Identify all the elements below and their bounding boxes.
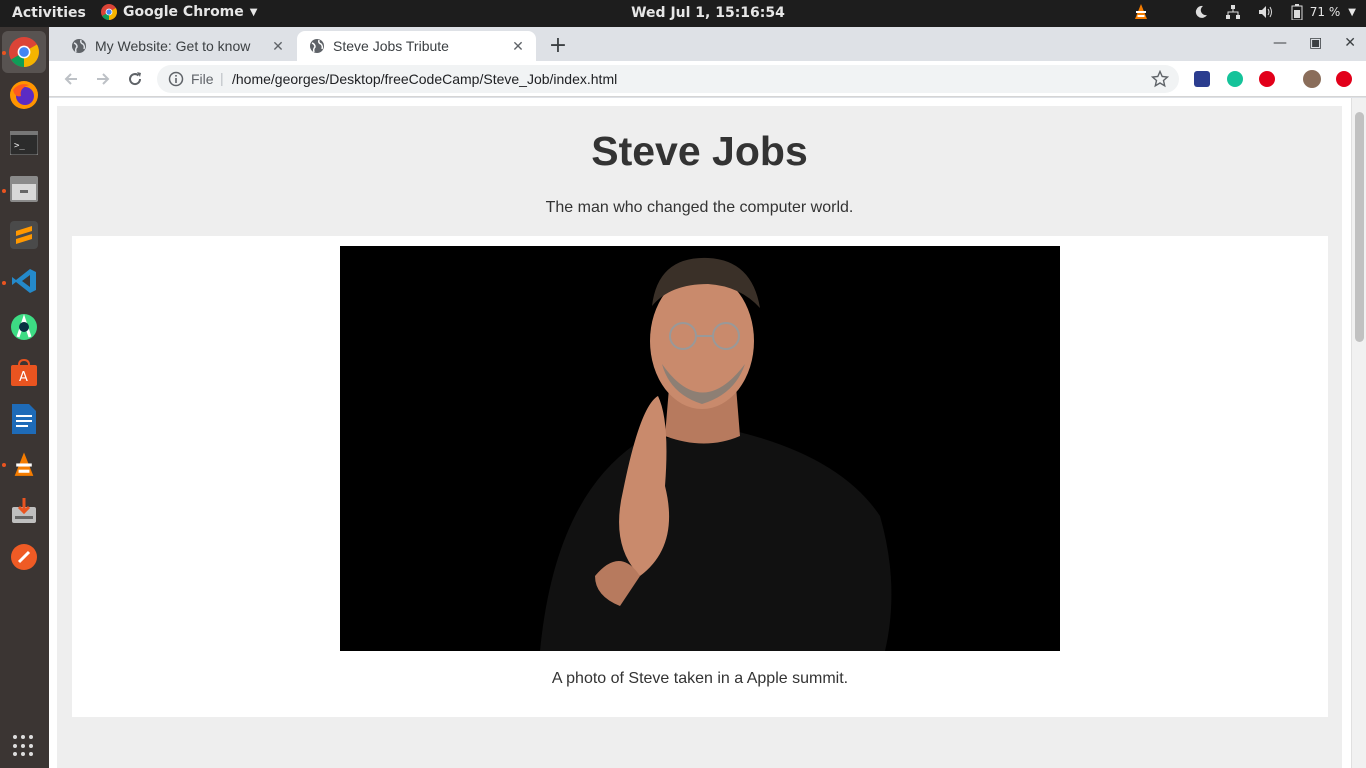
dock-installer[interactable] — [8, 495, 40, 527]
tab-strip: My Website: Get to know ✕ Steve Jobs Tri… — [49, 27, 1366, 61]
dock-sublime-text[interactable] — [8, 219, 40, 251]
update-icon[interactable] — [1336, 71, 1352, 87]
tab-my-website[interactable]: My Website: Get to know ✕ — [59, 31, 296, 61]
url-scheme-label: File — [191, 71, 214, 87]
back-button[interactable] — [60, 68, 82, 90]
dock: >_ A — [0, 27, 49, 768]
url-separator: | — [220, 70, 224, 86]
close-icon[interactable]: ✕ — [270, 38, 286, 54]
volume-icon[interactable] — [1256, 3, 1274, 21]
running-indicator — [2, 189, 6, 193]
battery-icon[interactable] — [1288, 3, 1306, 21]
night-light-icon[interactable] — [1192, 3, 1210, 21]
window-controls: — ▣ ✕ — [1273, 35, 1356, 51]
android-studio-icon — [11, 314, 37, 340]
chrome-icon — [9, 37, 39, 67]
page-title: Steve Jobs — [591, 128, 808, 174]
forward-button[interactable] — [92, 68, 114, 90]
sublime-text-icon — [10, 221, 38, 249]
dock-libreoffice-writer[interactable] — [8, 403, 40, 435]
dock-android-studio[interactable] — [8, 311, 40, 343]
browser-toolbar: File | /home/georges/Desktop/freeCodeCam… — [49, 61, 1366, 97]
vlc-icon[interactable] — [1132, 3, 1150, 21]
show-applications-icon[interactable] — [13, 735, 35, 757]
close-icon[interactable]: ✕ — [510, 38, 526, 54]
dock-terminal[interactable]: >_ — [8, 127, 40, 159]
vlc-icon — [14, 452, 34, 476]
adblock-icon[interactable] — [1259, 71, 1275, 87]
reload-icon — [129, 72, 142, 86]
postman-icon — [11, 544, 37, 570]
info-icon[interactable] — [168, 71, 184, 87]
maximize-icon[interactable]: ▣ — [1309, 35, 1322, 51]
url-text[interactable]: /home/georges/Desktop/freeCodeCamp/Steve… — [232, 71, 617, 87]
libreoffice-writer-icon — [12, 404, 36, 434]
dock-postman[interactable] — [8, 541, 40, 573]
svg-text:A: A — [19, 370, 28, 385]
tab-title: My Website: Get to know — [95, 38, 251, 54]
scrollbar[interactable] — [1351, 98, 1366, 768]
dock-software-center[interactable]: A — [8, 357, 40, 389]
battery-percent: 71 % — [1309, 5, 1341, 19]
globe-icon — [310, 39, 324, 53]
vscode-icon — [12, 269, 36, 293]
dock-firefox[interactable] — [8, 79, 40, 111]
page-subtitle: The man who changed the computer world. — [545, 199, 854, 216]
grammarly-icon[interactable] — [1227, 71, 1243, 87]
svg-text:>_: >_ — [14, 141, 25, 151]
dock-vlc[interactable] — [8, 449, 40, 481]
page-viewport: Steve Jobs The man who changed the compu… — [49, 98, 1366, 768]
chevron-down-icon[interactable]: ▼ — [1348, 7, 1356, 18]
image-caption: A photo of Steve taken in a Apple summit… — [551, 670, 849, 687]
dock-vscode[interactable] — [8, 265, 40, 297]
star-icon[interactable] — [1151, 70, 1169, 88]
new-tab-button[interactable]: + — [547, 33, 569, 58]
dock-files[interactable] — [8, 173, 40, 205]
running-indicator — [2, 463, 6, 467]
arrow-right-icon — [97, 73, 110, 85]
minimize-icon[interactable]: — — [1273, 35, 1287, 51]
files-icon — [10, 176, 38, 202]
main-content: Steve Jobs The man who changed the compu… — [57, 106, 1342, 768]
tab-steve-jobs-tribute[interactable]: Steve Jobs Tribute ✕ — [297, 31, 536, 61]
steve-jobs-photo — [340, 246, 1060, 651]
scrollbar-thumb[interactable] — [1355, 112, 1364, 342]
globe-icon — [72, 39, 86, 53]
running-indicator — [2, 281, 6, 285]
extension-icon[interactable] — [1194, 71, 1210, 87]
terminal-icon: >_ — [10, 131, 38, 155]
tab-title: Steve Jobs Tribute — [333, 38, 449, 54]
arrow-left-icon — [64, 73, 77, 85]
browser-window: My Website: Get to know ✕ Steve Jobs Tri… — [49, 27, 1366, 768]
avatar[interactable] — [1303, 70, 1321, 88]
reload-button[interactable] — [124, 68, 146, 90]
system-tray[interactable]: 71 % ▼ — [1132, 3, 1356, 21]
network-icon[interactable] — [1224, 3, 1242, 21]
installer-icon — [12, 498, 36, 523]
system-top-bar: Activities Google Chrome ▼ Wed Jul 1, 15… — [0, 0, 1366, 27]
close-icon[interactable]: ✕ — [1344, 35, 1356, 51]
image-container: A photo of Steve taken in a Apple summit… — [72, 236, 1328, 717]
running-indicator — [2, 51, 6, 55]
address-bar[interactable]: File | /home/georges/Desktop/freeCodeCam… — [157, 65, 1179, 93]
dock-chrome[interactable] — [2, 31, 46, 73]
firefox-icon — [10, 81, 38, 109]
software-center-icon: A — [11, 359, 37, 386]
